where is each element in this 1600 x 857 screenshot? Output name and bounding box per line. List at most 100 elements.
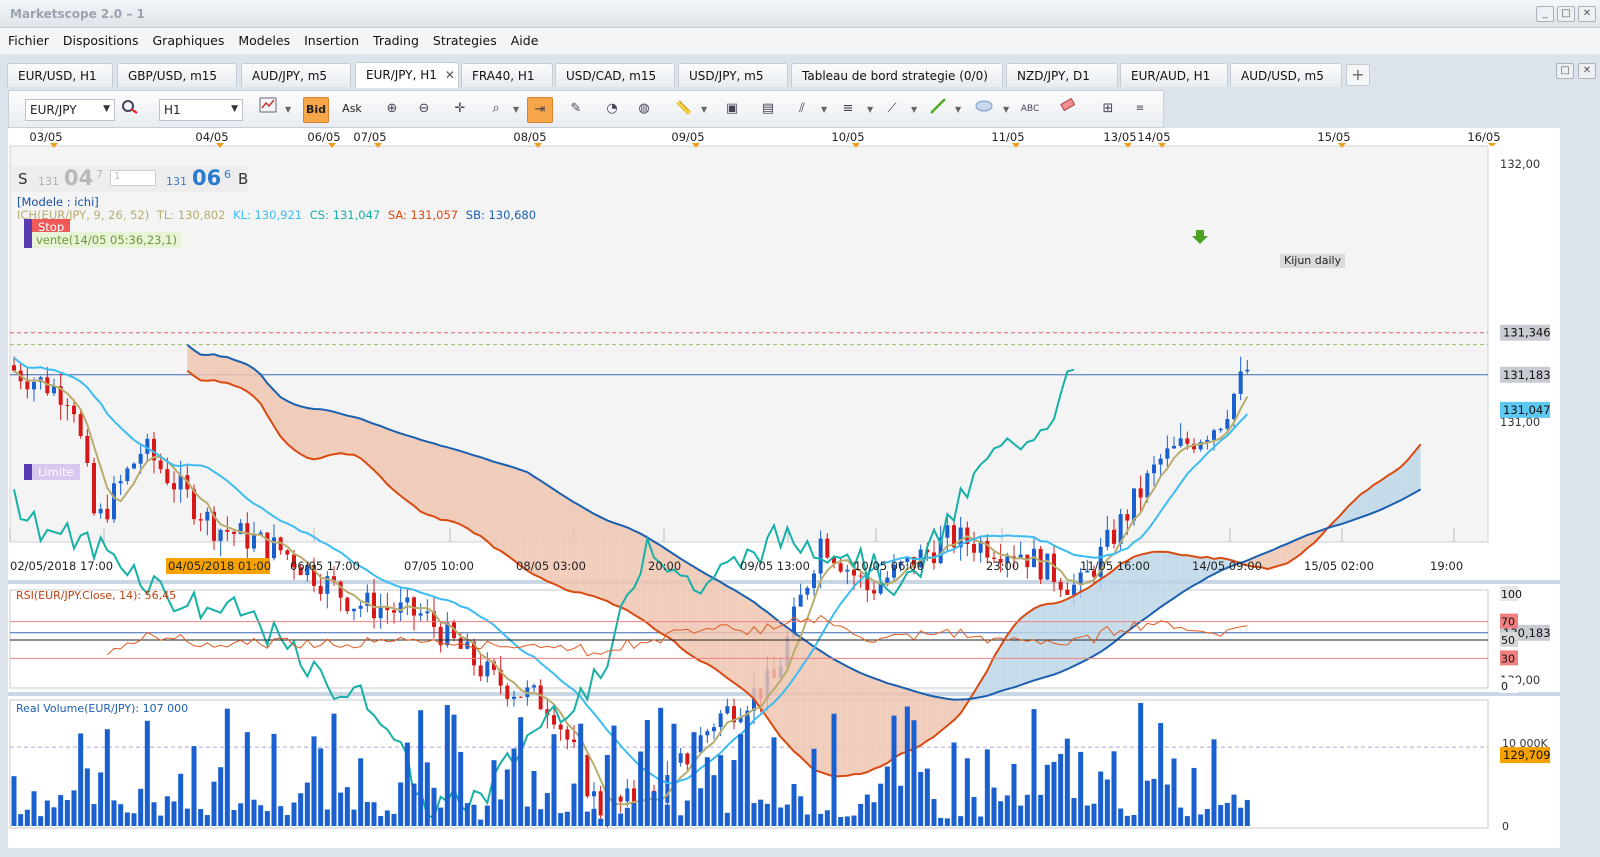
chevron-down-icon[interactable]: ▼ [867,105,873,114]
menu-graphiques[interactable]: Graphiques [145,28,231,48]
menu-strategies[interactable]: Strategies [425,28,503,48]
pen-line-icon[interactable] [925,97,951,123]
close-tab-icon[interactable]: ✕ [445,68,455,82]
candle-body [1105,529,1110,547]
volume-bar [78,733,84,826]
kumo-cloud [427,441,434,517]
text-tool-icon[interactable]: ABC [1017,97,1043,123]
tab-eurusd-h1[interactable]: EUR/USD, H1 [7,63,113,87]
trendline-tool-icon[interactable]: ⫽ [789,97,815,123]
chevron-down-icon[interactable]: ▼ [821,105,827,114]
menu-insertion[interactable]: Insertion [296,28,365,48]
candle-body [318,585,323,594]
bottom-date-label: 04/05/2018 01:00 [168,559,271,573]
menu-trading[interactable]: Trading [365,28,425,48]
tab-audjpy-m5[interactable]: AUD/JPY, m5 [241,63,351,87]
tab-nzdjpy-d1[interactable]: NZD/JPY, D1 [1006,63,1118,87]
sell-pips[interactable]: 04 [64,166,93,190]
volume-bar [324,809,330,826]
window-layout-icon[interactable]: ▤ [755,97,781,123]
candle-body [1152,464,1156,474]
tab-euraud-h1[interactable]: EUR/AUD, H1 [1120,63,1228,87]
toolbar-more-icon[interactable]: ≡ [1127,97,1153,123]
buy-pips[interactable]: 06 [192,166,221,190]
horizontal-lines-icon[interactable]: ≡ [835,97,861,123]
close-window-button[interactable]: ✕ [1578,6,1596,22]
zoom-out-icon[interactable]: ⊖ [411,97,437,123]
restore-chart-button[interactable]: □ [1556,63,1574,79]
tab-usdcad-m15[interactable]: USD/CAD, m15 [555,63,675,87]
maximize-button[interactable]: □ [1557,6,1575,22]
kumo-cloud [680,558,688,653]
kumo-cloud [574,502,581,593]
sell-label: S [18,170,28,188]
candle-body [725,706,730,714]
candle-body [1065,589,1070,595]
menu-modeles[interactable]: Modeles [230,28,296,48]
chevron-down-icon[interactable]: ▼ [513,105,519,114]
kumo-cloud [400,433,408,501]
kumo-cloud [220,356,228,383]
tab-usdjpy-m5[interactable]: USD/JPY, m5 [678,63,788,87]
candle-body [1172,445,1176,449]
chevron-down-icon[interactable]: ▼ [911,105,917,114]
chevron-down-icon[interactable]: ▼ [701,105,707,114]
kumo-cloud [767,612,774,728]
volume-bar [611,725,617,826]
volume-bar [291,802,297,826]
scroll-to-end-icon[interactable]: ⇥ [527,97,553,123]
chevron-down-icon[interactable]: ▼ [1003,105,1009,114]
chevron-down-icon[interactable]: ▼ [285,105,291,114]
timeframe-select[interactable]: H1 ▼ [159,99,243,121]
candle-body [1218,428,1223,431]
volume-bar [244,732,250,826]
image-icon[interactable]: ▣ [719,97,745,123]
minimize-button[interactable]: _ [1536,6,1554,22]
candle-body [945,525,950,538]
bottom-date-label: 20:00 [648,559,681,573]
tab-fra40-h1[interactable]: FRA40, H1 [461,63,553,87]
tab-tableau-de-bord[interactable]: Tableau de bord strategie (0/0) [791,63,1003,87]
crosshair-icon[interactable]: ✛ [447,97,473,123]
price-panel-bg [9,145,1489,543]
globe-icon[interactable]: ◍ [631,97,657,123]
zoom-in-icon[interactable]: ⊕ [379,97,405,123]
add-tab-button[interactable]: + [1346,64,1370,86]
tab-audusd-m5[interactable]: AUD/USD, m5 [1230,63,1342,87]
volume-bar [451,714,457,826]
tab-eurjpy-h1[interactable]: EUR/JPY, H1 ✕ [355,62,459,88]
cursor-sync-icon[interactable]: ◔ [599,97,625,123]
bid-button[interactable]: Bid [303,97,329,123]
volume-bar [744,716,750,826]
top-date-label: 08/05 [513,130,546,144]
close-chart-button[interactable]: ✕ [1578,63,1596,79]
amount-input[interactable]: 1 [110,170,156,186]
zoom-area-icon[interactable]: ⌕ [483,97,509,123]
ellipse-tool-icon[interactable] [971,97,997,123]
top-date-label: 03/05 [29,130,62,144]
indicator-remove-icon[interactable] [117,97,143,123]
tab-gbpusd-m15[interactable]: GBP/USD, m15 [117,63,237,87]
fibonacci-fan-icon[interactable]: ⟋ [879,97,905,123]
candle-body [1158,458,1163,465]
eraser-icon[interactable] [1055,97,1081,123]
ask-button[interactable]: Ask [339,97,365,123]
chart-canvas[interactable]: 03/05 04/05 06/05 07/05 08/05 09/05 10/05 11/05… [8,128,1560,848]
object-tree-icon[interactable]: ⊞ [1095,97,1121,123]
chart-type-icon[interactable] [255,97,281,123]
chevron-down-icon[interactable]: ▼ [955,105,961,114]
kumo-cloud [207,354,214,381]
instrument-select[interactable]: EUR/JPY ▼ [25,99,115,121]
candle-body [718,713,723,728]
edit-chart-icon[interactable]: ✎ [563,97,589,123]
menu-fichier[interactable]: Fichier [0,28,55,48]
limite-order-tag[interactable]: Limite [24,464,80,480]
sell-big-figure: 131 [38,175,59,188]
menu-dispositions[interactable]: Dispositions [55,28,145,48]
volume-bar [704,757,710,826]
chart-area[interactable]: 03/05 04/05 06/05 07/05 08/05 09/05 10/05 11/05… [8,128,1560,848]
volume-bar [298,793,304,826]
menu-aide[interactable]: Aide [503,28,545,48]
vente-order-tag[interactable]: vente(14/05 05:36,23,1) [24,232,181,248]
ruler-icon[interactable]: 📏 [671,97,697,123]
